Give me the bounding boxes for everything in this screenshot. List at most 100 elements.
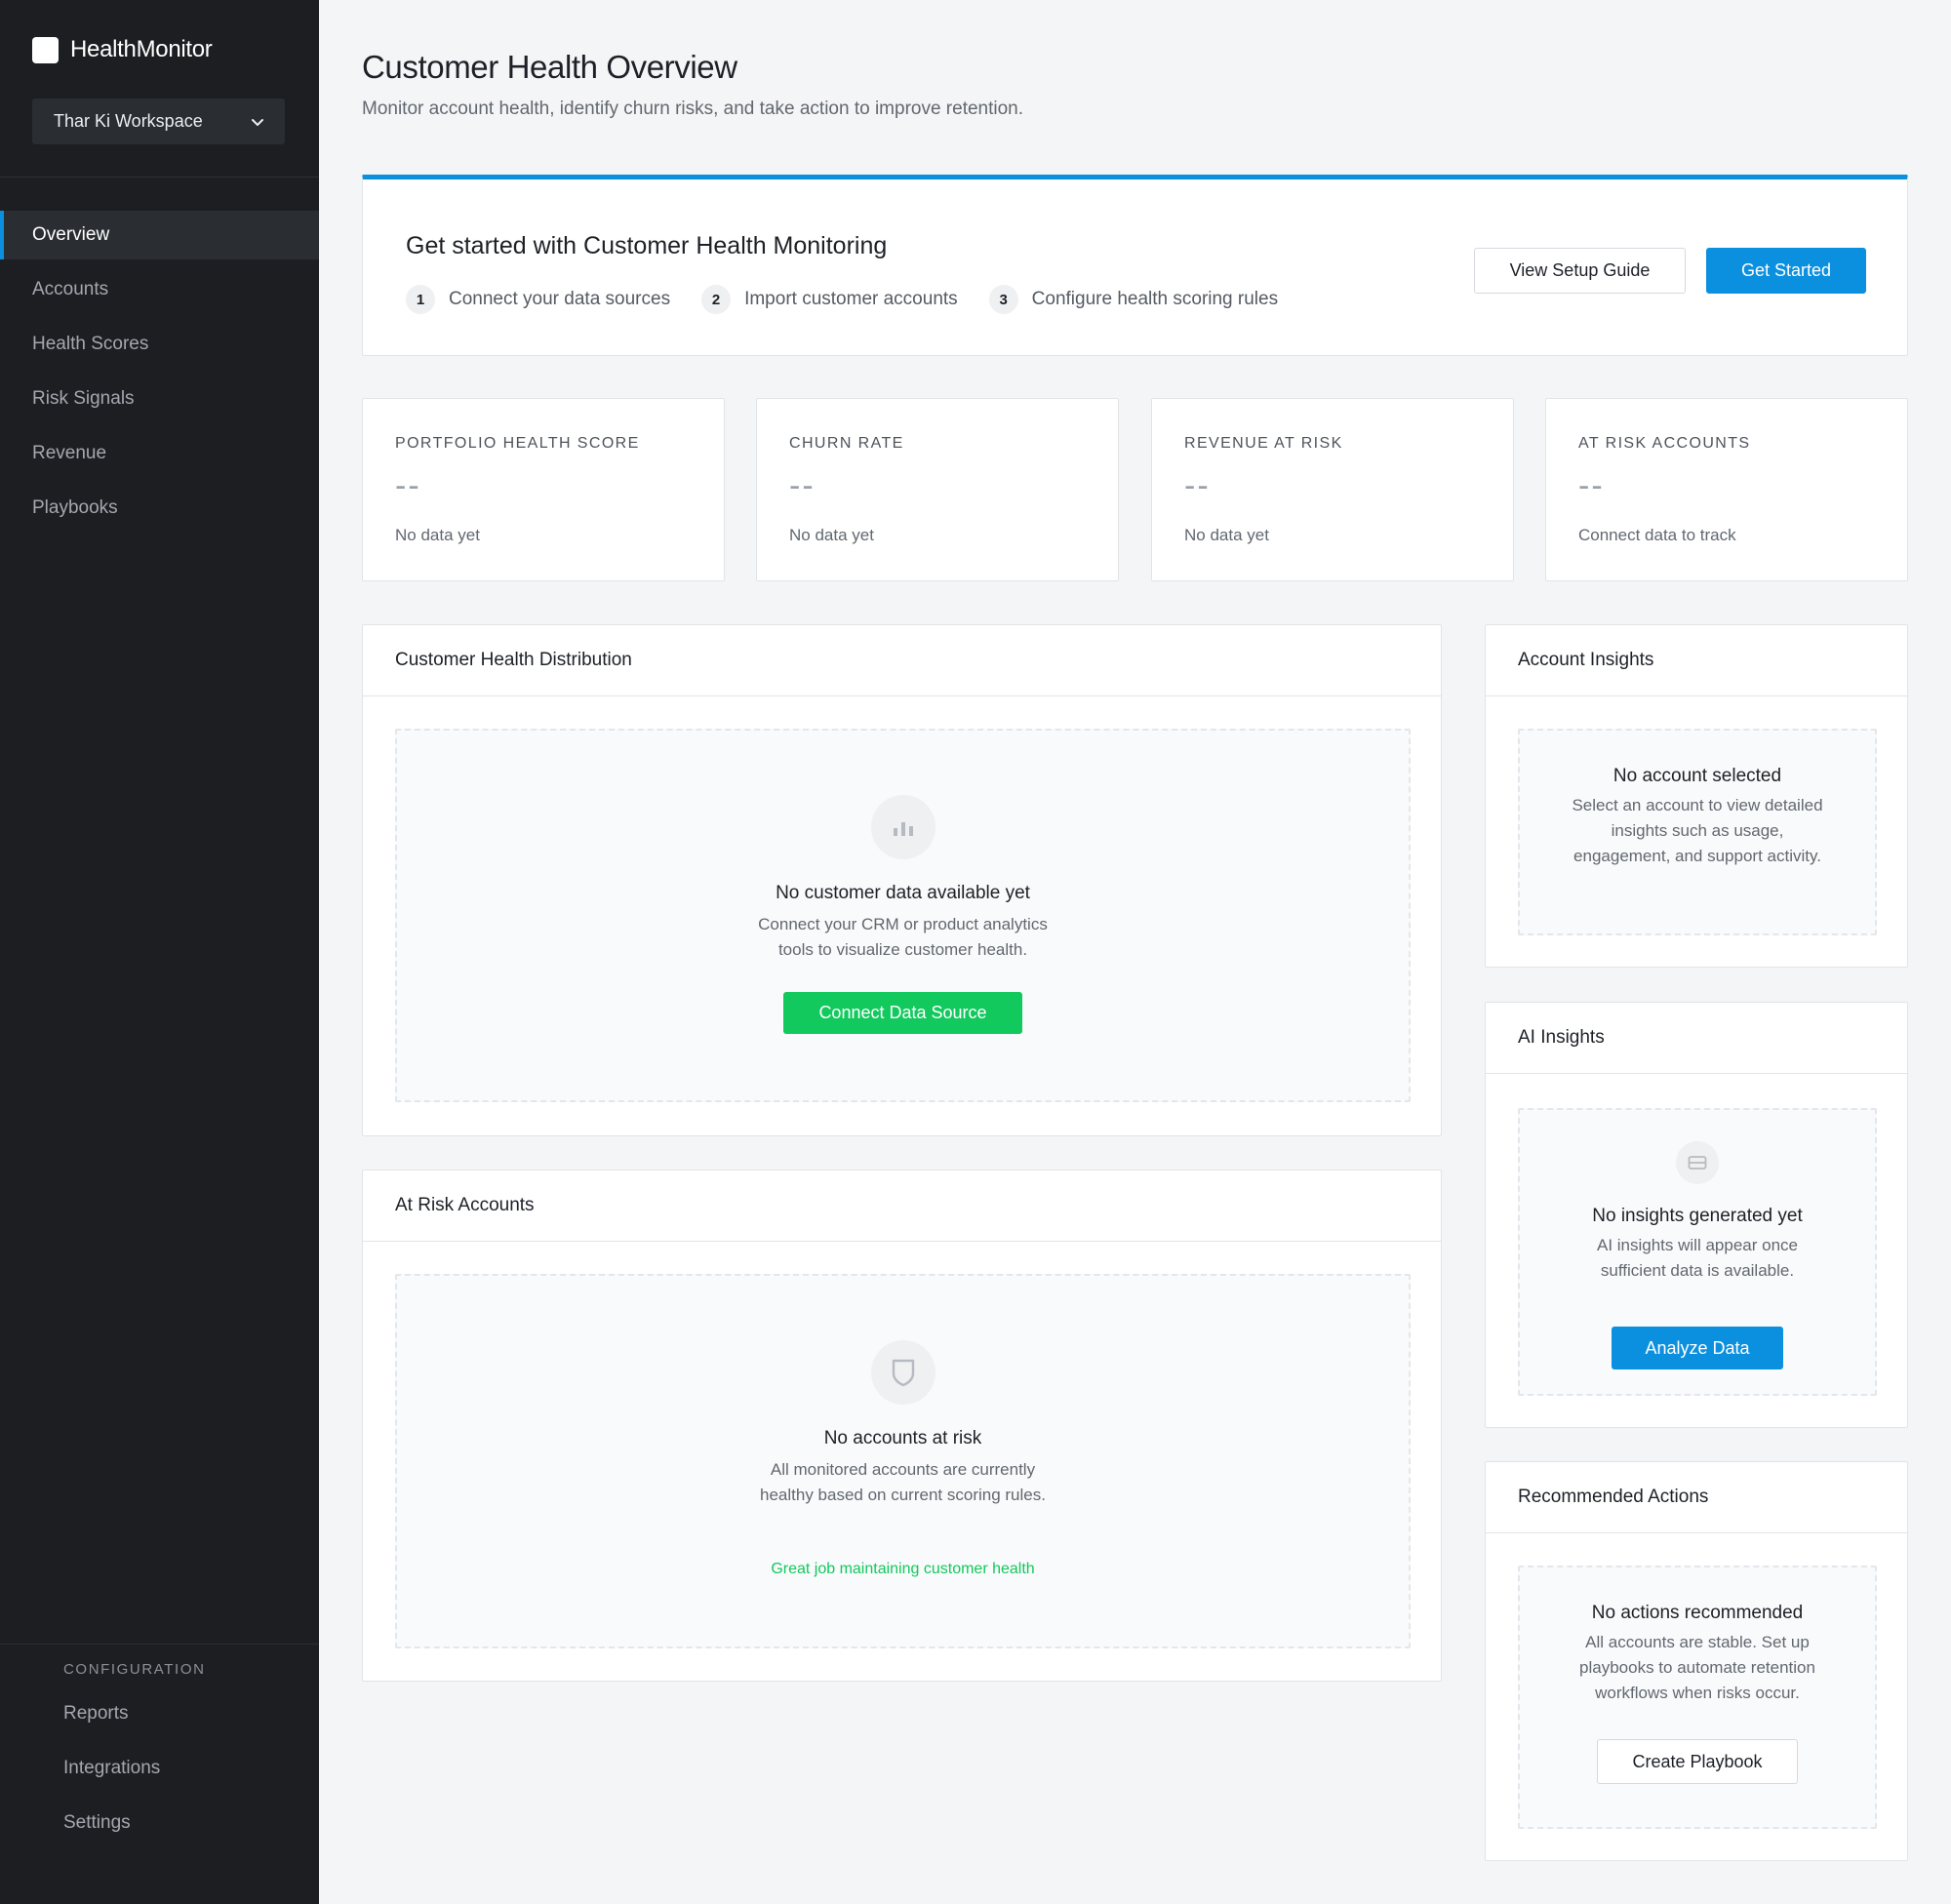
nav-item-accounts[interactable]: Accounts (0, 265, 319, 314)
empty-state-text: playbooks to automate retention (1579, 1658, 1815, 1677)
empty-state: No customer data available yet Connect y… (395, 729, 1411, 1102)
panel-title: At Risk Accounts (363, 1170, 1441, 1242)
panel-title: Account Insights (1486, 625, 1907, 696)
nav-item-label: Risk Signals (32, 388, 135, 409)
empty-state-text: healthy based on current scoring rules. (760, 1486, 1046, 1504)
panel-title: AI Insights (1486, 1003, 1907, 1074)
connect-data-source-button[interactable]: Connect Data Source (783, 992, 1022, 1034)
onboarding-steps: 1 Connect your data sources 2 Import cus… (406, 285, 1309, 314)
step-label: Configure health scoring rules (1031, 289, 1279, 309)
step-label: Import customer accounts (744, 289, 958, 309)
analyze-data-button[interactable]: Analyze Data (1612, 1327, 1783, 1369)
get-started-button[interactable]: Get Started (1706, 248, 1866, 294)
kpi-card-at-risk-accounts: AT RISK ACCOUNTS -- Connect data to trac… (1545, 398, 1908, 581)
nav-item-label: Settings (63, 1812, 131, 1833)
nav-item-integrations[interactable]: Integrations (0, 1744, 319, 1793)
card-icon (1676, 1141, 1719, 1184)
step-number: 1 (406, 285, 435, 314)
logo-icon (32, 36, 59, 63)
kpi-note: No data yet (395, 526, 480, 544)
nav-item-revenue[interactable]: Revenue (0, 429, 319, 478)
sidebar: HealthMonitor Thar Ki Workspace Overview… (0, 0, 319, 1904)
at-risk-accounts-panel: At Risk Accounts No accounts at risk All… (362, 1170, 1442, 1682)
empty-state-text: tools to visualize customer health. (777, 940, 1028, 959)
ai-insights-panel: AI Insights No insights generated yet AI… (1485, 1002, 1908, 1428)
nav-item-playbooks[interactable]: Playbooks (0, 484, 319, 533)
empty-state-title: No account selected (1613, 766, 1782, 786)
brand-name: HealthMonitor (70, 36, 213, 62)
kpi-label: REVENUE AT RISK (1184, 435, 1343, 452)
onboarding-step: 2 Import customer accounts (701, 285, 958, 314)
kpi-label: AT RISK ACCOUNTS (1578, 435, 1751, 452)
onboarding-step: 3 Configure health scoring rules (988, 285, 1279, 314)
kpi-note: No data yet (789, 526, 874, 544)
empty-state: No account selected Select an account to… (1518, 729, 1877, 935)
empty-state-text: Connect your CRM or product analytics (758, 915, 1048, 933)
empty-state-text: Select an account to view detailed (1572, 796, 1823, 814)
chevron-down-icon (252, 118, 263, 126)
kpi-card-churn-rate: CHURN RATE -- No data yet (756, 398, 1119, 581)
page-title: Customer Health Overview (362, 49, 737, 85)
empty-state-text: All accounts are stable. Set up (1585, 1633, 1810, 1651)
kpi-value: -- (789, 467, 816, 504)
nav-item-risk-signals[interactable]: Risk Signals (0, 375, 319, 423)
kpi-card-revenue-at-risk: REVENUE AT RISK -- No data yet (1151, 398, 1514, 581)
nav-item-label: Playbooks (32, 497, 118, 518)
onboarding-title: Get started with Customer Health Monitor… (406, 232, 888, 259)
empty-state-title: No actions recommended (1591, 1603, 1804, 1623)
nav-item-label: Health Scores (32, 334, 149, 354)
kpi-label: PORTFOLIO HEALTH SCORE (395, 435, 640, 452)
nav-item-health-scores[interactable]: Health Scores (0, 320, 319, 369)
empty-state: No insights generated yet AI insights wi… (1518, 1108, 1877, 1396)
empty-state-text: insights such as usage, (1611, 821, 1784, 840)
onboarding-step: 1 Connect your data sources (406, 285, 670, 314)
nav-item-label: Reports (63, 1703, 129, 1724)
nav-item-overview[interactable]: Overview (0, 211, 319, 259)
empty-state-text: All monitored accounts are currently (770, 1460, 1036, 1479)
bar-chart-icon (870, 795, 936, 859)
workspace-selector[interactable]: Thar Ki Workspace (32, 99, 285, 144)
recommended-actions-panel: Recommended Actions No actions recommend… (1485, 1461, 1908, 1861)
kpi-label: CHURN RATE (789, 435, 904, 452)
view-setup-guide-button[interactable]: View Setup Guide (1474, 248, 1686, 294)
success-message: Great job maintaining customer health (771, 1561, 1035, 1577)
empty-state-text: workflows when risks occur. (1595, 1684, 1800, 1702)
create-playbook-button[interactable]: Create Playbook (1597, 1739, 1798, 1784)
empty-state-text: engagement, and support activity. (1573, 847, 1821, 865)
sidebar-divider (0, 177, 319, 178)
empty-state-title: No insights generated yet (1592, 1206, 1803, 1226)
onboarding-card: Get started with Customer Health Monitor… (362, 175, 1908, 356)
panel-title: Recommended Actions (1486, 1462, 1907, 1533)
nav-item-label: Accounts (32, 279, 109, 299)
kpi-value: -- (1184, 467, 1211, 504)
step-number: 3 (988, 285, 1018, 314)
nav-item-settings[interactable]: Settings (0, 1799, 319, 1847)
empty-state-text: AI insights will appear once (1596, 1236, 1798, 1254)
kpi-note: No data yet (1184, 526, 1269, 544)
brand[interactable]: HealthMonitor (32, 35, 213, 64)
main-nav: Overview Accounts Health Scores Risk Sig… (0, 211, 319, 538)
kpi-value: -- (1578, 467, 1605, 504)
panel-title: Customer Health Distribution (363, 625, 1441, 696)
workspace-name: Thar Ki Workspace (54, 111, 203, 131)
kpi-note: Connect data to track (1578, 526, 1736, 544)
health-distribution-panel: Customer Health Distribution No customer… (362, 624, 1442, 1136)
nav-item-label: Integrations (63, 1758, 161, 1778)
shield-icon (870, 1340, 936, 1405)
empty-state: No accounts at risk All monitored accoun… (395, 1274, 1411, 1648)
nav-item-reports[interactable]: Reports (0, 1689, 319, 1738)
empty-state-title: No customer data available yet (776, 883, 1030, 903)
configuration-heading: CONFIGURATION (63, 1660, 206, 1678)
page-subtitle: Monitor account health, identify churn r… (362, 99, 1024, 119)
empty-state-text: sufficient data is available. (1600, 1261, 1795, 1280)
nav-item-label: Overview (32, 224, 110, 245)
empty-state-title: No accounts at risk (823, 1428, 982, 1448)
configuration-nav: CONFIGURATION Reports Integrations Setti… (0, 1645, 319, 1847)
kpi-card-portfolio-health: PORTFOLIO HEALTH SCORE -- No data yet (362, 398, 725, 581)
empty-state: No actions recommended All accounts are … (1518, 1566, 1877, 1829)
step-label: Connect your data sources (449, 289, 671, 309)
nav-item-label: Revenue (32, 443, 107, 463)
account-insights-panel: Account Insights No account selected Sel… (1485, 624, 1908, 968)
kpi-value: -- (395, 467, 421, 504)
step-number: 2 (701, 285, 732, 314)
